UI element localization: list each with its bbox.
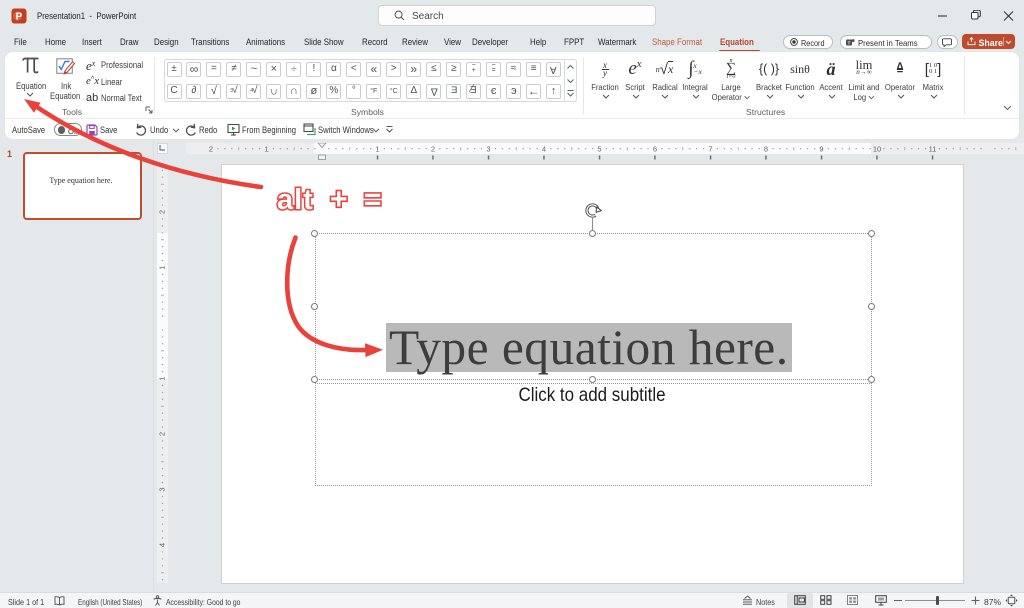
svg-text:T: T	[848, 40, 851, 45]
svg-text:2: 2	[157, 432, 166, 436]
svg-text:10: 10	[873, 144, 881, 153]
svg-text:6: 6	[653, 144, 657, 153]
svg-text:3: 3	[157, 487, 166, 491]
svg-text:P: P	[16, 12, 23, 23]
svg-text:7: 7	[708, 144, 712, 153]
svg-text:5: 5	[597, 144, 601, 153]
svg-text:+ =: + =	[330, 183, 385, 216]
svg-text:3: 3	[486, 144, 490, 153]
svg-text:4: 4	[157, 543, 166, 547]
svg-text:2: 2	[431, 144, 435, 153]
svg-text:1: 1	[157, 265, 166, 269]
svg-text:2: 2	[209, 144, 213, 153]
svg-text:1: 1	[375, 144, 379, 153]
svg-text:8: 8	[764, 144, 768, 153]
svg-text:1: 1	[264, 144, 268, 153]
svg-text:1: 1	[157, 376, 166, 380]
svg-text:9: 9	[819, 144, 823, 153]
svg-text:2: 2	[157, 210, 166, 214]
svg-text:11: 11	[929, 144, 937, 153]
svg-text:4: 4	[542, 144, 546, 153]
svg-text:alt: alt	[277, 184, 314, 216]
